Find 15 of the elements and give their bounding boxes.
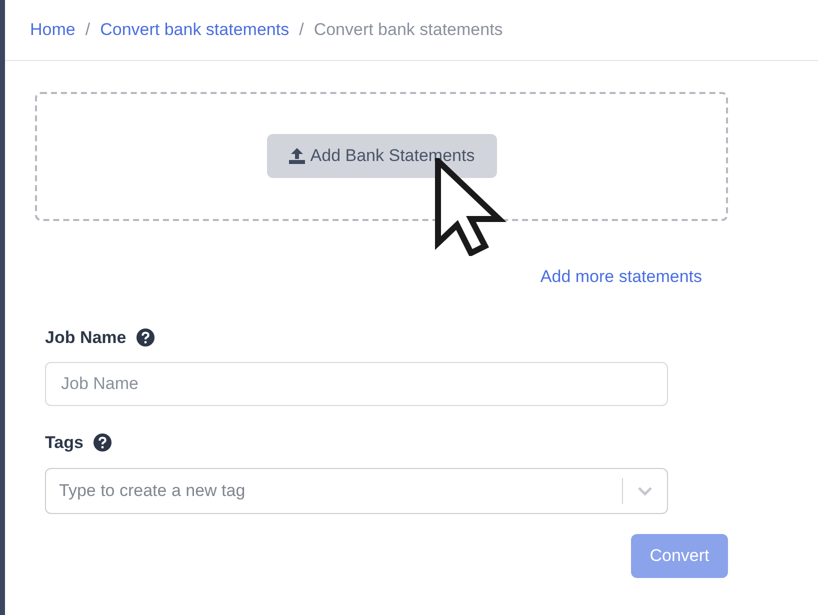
job-name-field[interactable]: Job Name [45, 362, 668, 406]
help-icon[interactable] [136, 328, 156, 347]
breadcrumb-link[interactable]: Home [30, 17, 76, 43]
tags-select[interactable]: Type to create a new tag [45, 468, 668, 514]
upload-icon [288, 147, 306, 165]
field-label: Tags [45, 432, 84, 454]
breadcrumb-separator: / [299, 19, 304, 42]
tags-input-field[interactable]: Type to create a new tag [46, 478, 622, 504]
breadcrumb-link[interactable]: Convert bank statements [100, 17, 290, 43]
breadcrumb-separator: / [85, 19, 90, 42]
add-more-link[interactable]: Add more statements [540, 264, 702, 290]
add-statements-button[interactable]: Add Bank Statements [266, 134, 496, 178]
breadcrumb-current: Convert bank statements [314, 19, 503, 42]
field-label: Job Name [45, 326, 126, 348]
help-icon[interactable] [93, 433, 112, 452]
